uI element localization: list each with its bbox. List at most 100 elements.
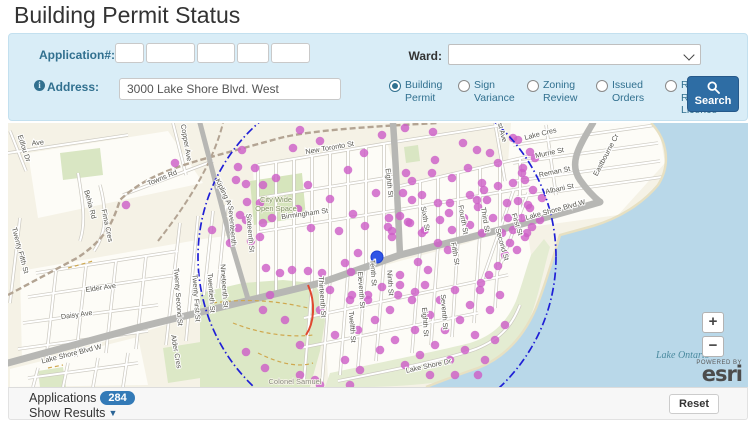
- radio-circle-icon[interactable]: [458, 80, 470, 92]
- permit-dot[interactable]: [242, 180, 251, 189]
- permit-dot[interactable]: [372, 189, 381, 198]
- show-results-toggle[interactable]: Show Results▼: [29, 406, 117, 420]
- application-part-4-input[interactable]: [237, 43, 269, 63]
- permit-dot[interactable]: [331, 331, 340, 340]
- permit-dot[interactable]: [494, 262, 503, 271]
- permit-dot[interactable]: [276, 269, 285, 278]
- permit-dot[interactable]: [485, 271, 494, 280]
- permit-dot[interactable]: [414, 258, 423, 267]
- permit-dot[interactable]: [396, 212, 405, 221]
- permit-dot[interactable]: [341, 259, 350, 268]
- radio-zoning-review[interactable]: Zoning Review: [527, 79, 587, 117]
- permit-dot[interactable]: [232, 176, 241, 185]
- permit-dot[interactable]: [281, 316, 290, 325]
- permit-dot[interactable]: [528, 223, 537, 232]
- application-part-3-input[interactable]: [197, 43, 235, 63]
- permit-dot[interactable]: [208, 226, 217, 235]
- reset-button[interactable]: Reset: [669, 394, 719, 414]
- permit-dot[interactable]: [476, 286, 485, 295]
- permit-dot[interactable]: [251, 164, 260, 173]
- permit-dot[interactable]: [496, 291, 505, 300]
- permit-dot[interactable]: [434, 239, 443, 248]
- permit-dot[interactable]: [514, 136, 523, 145]
- permit-dot[interactable]: [388, 233, 397, 242]
- radio-circle-icon[interactable]: [596, 80, 608, 92]
- permit-dot[interactable]: [486, 149, 495, 158]
- permit-dot[interactable]: [448, 226, 457, 235]
- permit-dot[interactable]: [466, 301, 475, 310]
- permit-dot[interactable]: [376, 346, 385, 355]
- search-button[interactable]: Search: [687, 76, 739, 112]
- permit-dot[interactable]: [238, 146, 247, 155]
- permit-dot[interactable]: [348, 291, 357, 300]
- permit-dot[interactable]: [428, 169, 437, 178]
- permit-dot[interactable]: [304, 267, 313, 276]
- address-input[interactable]: [119, 78, 341, 100]
- permit-dot[interactable]: [480, 186, 489, 195]
- permit-dot[interactable]: [408, 177, 417, 186]
- permit-dot[interactable]: [122, 201, 131, 210]
- permit-dot[interactable]: [418, 191, 427, 200]
- permit-dot[interactable]: [473, 146, 482, 155]
- permit-dot[interactable]: [486, 306, 495, 315]
- permit-dot[interactable]: [426, 371, 435, 380]
- permit-dot[interactable]: [396, 281, 405, 290]
- permit-dot[interactable]: [509, 179, 518, 188]
- application-part-1-input[interactable]: [115, 43, 144, 63]
- permit-dot[interactable]: [296, 126, 305, 135]
- permit-dot[interactable]: [261, 364, 270, 373]
- zoom-out-button[interactable]: −: [702, 336, 724, 357]
- permit-dot[interactable]: [391, 336, 400, 345]
- permit-dot[interactable]: [402, 169, 411, 178]
- ward-select[interactable]: [448, 44, 701, 65]
- permit-dot[interactable]: [171, 159, 180, 168]
- permit-dot[interactable]: [445, 209, 454, 218]
- permit-dot[interactable]: [354, 249, 363, 258]
- permit-dot[interactable]: [399, 189, 408, 198]
- radio-building-permit[interactable]: Building Permit: [389, 79, 449, 117]
- permit-dot[interactable]: [326, 195, 335, 204]
- radio-issued-orders[interactable]: Issued Orders: [596, 79, 656, 117]
- permit-dot[interactable]: [268, 214, 277, 223]
- permit-dot[interactable]: [256, 233, 265, 242]
- permit-dot[interactable]: [242, 348, 251, 357]
- radio-sign-variance[interactable]: Sign Variance: [458, 79, 518, 117]
- permit-dot[interactable]: [421, 281, 430, 290]
- permit-dot[interactable]: [526, 148, 535, 157]
- application-part-5-input[interactable]: [271, 43, 310, 63]
- permit-dot[interactable]: [259, 306, 268, 315]
- permit-dot[interactable]: [434, 199, 443, 208]
- permit-dot[interactable]: [371, 316, 380, 325]
- permit-dot[interactable]: [494, 159, 503, 168]
- permit-dot[interactable]: [347, 268, 356, 277]
- permit-dot[interactable]: [307, 224, 316, 233]
- permit-dot[interactable]: [378, 131, 387, 140]
- permit-dot[interactable]: [234, 163, 243, 172]
- permit-dot[interactable]: [404, 218, 413, 227]
- permit-dot[interactable]: [451, 286, 460, 295]
- permit-dot[interactable]: [411, 288, 420, 297]
- radio-circle-icon[interactable]: [389, 80, 401, 92]
- permit-dot[interactable]: [416, 351, 425, 360]
- permit-dot[interactable]: [451, 371, 460, 380]
- permit-dot[interactable]: [436, 216, 445, 225]
- permit-dot[interactable]: [424, 266, 433, 275]
- permit-dot[interactable]: [408, 296, 417, 305]
- permit-dot[interactable]: [459, 139, 468, 148]
- permit-dot[interactable]: [446, 199, 455, 208]
- permit-dot[interactable]: [266, 291, 275, 300]
- permit-dot[interactable]: [341, 356, 350, 365]
- permit-dot[interactable]: [529, 186, 538, 195]
- permit-dot[interactable]: [289, 144, 298, 153]
- permit-dot[interactable]: [386, 306, 395, 315]
- permit-dot[interactable]: [384, 223, 393, 232]
- permit-dot[interactable]: [461, 346, 470, 355]
- permit-dot[interactable]: [513, 246, 522, 255]
- permit-dot[interactable]: [431, 341, 440, 350]
- permit-dot[interactable]: [385, 214, 394, 223]
- permit-dot[interactable]: [494, 182, 503, 191]
- permit-dot[interactable]: [259, 219, 268, 228]
- radio-circle-icon[interactable]: [665, 80, 677, 92]
- permit-dot[interactable]: [448, 174, 457, 183]
- zoom-in-button[interactable]: +: [702, 312, 724, 333]
